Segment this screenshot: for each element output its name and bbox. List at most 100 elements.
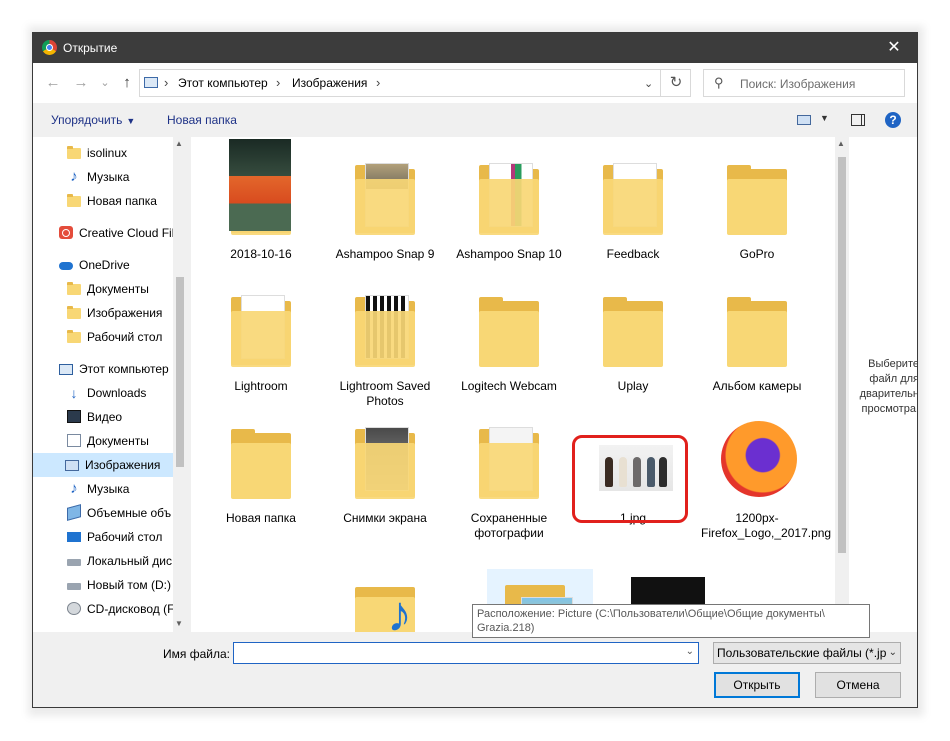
filename-label: Имя файла: xyxy=(163,647,230,661)
sidebar-item[interactable]: Новый том (D:) xyxy=(33,573,173,597)
up-button[interactable]: ↑ xyxy=(117,73,137,93)
scroll-up-icon[interactable]: ▲ xyxy=(175,139,183,148)
sidebar-item-label: Объемные объ xyxy=(87,506,172,520)
dialog-footer: Имя файла: ⌄ Пользовательские файлы (*.j… xyxy=(33,632,917,707)
organize-menu[interactable]: Упорядочить ▼ xyxy=(51,113,135,127)
cloud-icon xyxy=(59,262,73,270)
scroll-up-icon[interactable]: ▲ xyxy=(837,139,845,148)
folder-item[interactable]: Ashampoo Snap 9 xyxy=(329,147,441,275)
folder-item[interactable]: Uplay xyxy=(577,279,689,407)
file-name: 1200px-Firefox_Logo,_2017.png xyxy=(701,511,832,540)
filetype-select[interactable]: Пользовательские файлы (*.jp ⌄ xyxy=(713,642,901,664)
help-icon[interactable]: ? xyxy=(885,112,901,128)
sidebar-item-label: Документы xyxy=(87,282,149,296)
address-dropdown-icon[interactable]: ⌄ xyxy=(644,77,653,90)
sidebar-item-label: OneDrive xyxy=(79,258,130,272)
image-thumbnail[interactable] xyxy=(229,139,291,231)
sidebar-item[interactable]: Документы xyxy=(33,429,173,453)
chrome-icon xyxy=(42,40,57,55)
sidebar-item[interactable]: ♪ Музыка xyxy=(33,165,173,189)
sidebar-item-label: Creative Cloud Fil xyxy=(79,226,173,240)
sidebar-item[interactable]: CD-дисковод (F: xyxy=(33,597,173,621)
file-list-scrollbar[interactable]: ▲ ▼ xyxy=(835,137,849,632)
chevron-down-icon[interactable]: ⌄ xyxy=(686,646,694,657)
preview-message: Выберите файл для дварительн просмотра. xyxy=(859,358,918,415)
scrollbar-thumb[interactable] xyxy=(176,277,184,467)
preview-pane: Выберите файл для дварительн просмотра. xyxy=(849,137,918,632)
scrollbar-thumb[interactable] xyxy=(838,157,846,553)
cancel-button[interactable]: Отмена xyxy=(815,672,901,698)
sidebar-item[interactable]: Объемные объ xyxy=(33,501,173,525)
file-name: Ashampoo Snap 10 xyxy=(456,247,562,261)
folder-front xyxy=(355,443,415,499)
sidebar-item[interactable]: OneDrive xyxy=(33,253,173,277)
chevron-down-icon: ⌄ xyxy=(886,643,897,663)
file-name: Снимки экрана xyxy=(343,511,427,525)
command-bar: Упорядочить ▼ Новая папка ▼ ? xyxy=(33,103,917,137)
sidebar-item-label: Рабочий стол xyxy=(87,330,163,344)
folder-item[interactable]: Logitech Webcam xyxy=(453,279,565,407)
down-icon: ↓ xyxy=(70,385,78,401)
folder-item[interactable]: Lightroom Saved Photos xyxy=(329,279,441,408)
sidebar-item[interactable]: Рабочий стол xyxy=(33,325,173,349)
folder-item[interactable]: Lightroom xyxy=(205,279,317,407)
sidebar-item[interactable]: ♪ Музыка xyxy=(33,477,173,501)
file-name: Uplay xyxy=(617,379,649,393)
open-button[interactable]: Открыть xyxy=(714,672,800,698)
view-options-chevron-icon[interactable]: ▼ xyxy=(820,113,829,123)
sidebar-item[interactable]: Этот компьютер xyxy=(33,357,173,381)
folder-item[interactable]: Альбом камеры xyxy=(701,279,813,407)
forward-button[interactable]: → xyxy=(71,73,91,93)
folder-front xyxy=(727,311,787,367)
file-name: Logitech Webcam xyxy=(461,379,557,393)
breadcrumb-this-pc[interactable]: Этот компьютер xyxy=(178,76,268,90)
back-button[interactable]: ← xyxy=(43,73,63,93)
video-icon xyxy=(67,410,81,423)
close-button[interactable]: ✕ xyxy=(871,33,917,63)
folder-item[interactable]: Feedback xyxy=(577,147,689,275)
sidebar-item[interactable]: ↓ Downloads xyxy=(33,381,173,405)
sidebar-item[interactable]: Локальный дис xyxy=(33,549,173,573)
scroll-down-icon[interactable]: ▼ xyxy=(175,619,183,628)
window-title: Открытие xyxy=(63,41,118,55)
sidebar-item[interactable]: Изображения xyxy=(33,301,173,325)
preview-pane-icon[interactable] xyxy=(851,114,865,126)
folder-icon xyxy=(67,194,81,207)
sidebar-item-label: Локальный дис xyxy=(87,554,172,568)
note-icon: ♪ xyxy=(70,480,78,497)
refresh-button[interactable]: ↻ xyxy=(660,69,691,97)
sidebar-item[interactable]: Рабочий стол xyxy=(33,525,173,549)
recent-locations-button[interactable]: ⌄ xyxy=(95,73,115,93)
address-bar[interactable]: › Этот компьютер › Изображения › ⌄ xyxy=(139,69,691,97)
file-item[interactable]: 1200px-Firefox_Logo,_2017.png xyxy=(701,411,832,540)
sidebar-item[interactable]: Новая папка xyxy=(33,189,173,213)
folder-front xyxy=(355,311,415,367)
doc-icon xyxy=(67,434,81,447)
breadcrumb-separator[interactable]: › xyxy=(376,75,380,90)
music-note-icon[interactable]: ♪ xyxy=(387,589,412,632)
navigation-scrollbar[interactable]: ▲ ▼ xyxy=(173,137,187,632)
folder-item[interactable]: Сохраненные фотографии xyxy=(453,411,565,540)
search-input[interactable] xyxy=(738,74,902,94)
folder-icon xyxy=(67,330,81,343)
filename-input[interactable]: ⌄ xyxy=(233,642,699,664)
folder-item[interactable]: Ashampoo Snap 10 xyxy=(453,147,565,275)
red-highlight-annotation xyxy=(572,435,688,523)
sidebar-item[interactable]: Документы xyxy=(33,277,173,301)
file-name: GoPro xyxy=(739,247,775,261)
breadcrumb-pictures[interactable]: Изображения xyxy=(292,76,367,90)
sidebar-item[interactable]: Изображения xyxy=(33,453,173,477)
search-box[interactable]: ⚲ xyxy=(703,69,905,97)
new-folder-button[interactable]: Новая папка xyxy=(167,113,237,127)
folder-item[interactable]: GoPro xyxy=(701,147,813,275)
folder-front xyxy=(603,179,663,235)
folder-item[interactable]: Снимки экрана xyxy=(329,411,441,539)
file-name: Lightroom xyxy=(234,379,288,393)
folder-item[interactable]: Новая папка xyxy=(205,411,317,539)
folder-icon xyxy=(67,306,81,319)
sidebar-item[interactable]: Creative Cloud Fil xyxy=(33,221,173,245)
sidebar-item[interactable]: isolinux xyxy=(33,141,173,165)
sidebar-item[interactable]: Видео xyxy=(33,405,173,429)
view-options-icon[interactable] xyxy=(797,115,811,125)
firefox-icon xyxy=(715,415,805,503)
